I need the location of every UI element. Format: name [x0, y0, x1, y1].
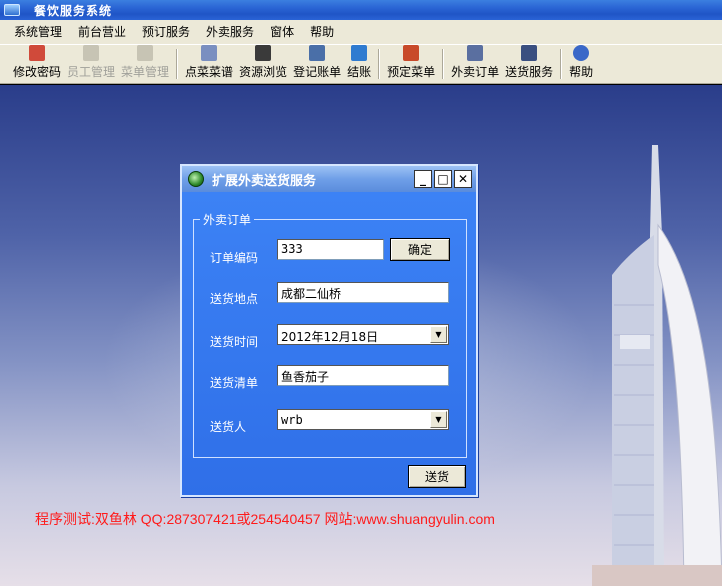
menu-book-icon: [137, 45, 154, 61]
chevron-down-icon[interactable]: ▼: [430, 326, 447, 343]
time-date-picker[interactable]: 2012年12月18日 ▼: [277, 324, 449, 345]
menu-takeout[interactable]: 外卖服务: [198, 20, 262, 44]
toolbar-label: 资源浏览: [239, 65, 288, 79]
toolbar-change-password-button[interactable]: 修改密码: [10, 45, 64, 83]
delivery-icon: [521, 45, 538, 61]
toolbar-separator: [176, 49, 179, 79]
time-value: 2012年12月18日: [281, 330, 379, 344]
toolbar-label: 外卖订单: [451, 65, 500, 79]
address-input[interactable]: 成都二仙桥: [277, 282, 449, 303]
items-input[interactable]: 鱼香茄子: [277, 365, 449, 386]
takeout-order-icon: [467, 45, 484, 61]
order-code-input[interactable]: 333: [277, 239, 384, 260]
toolbar-label: 送货服务: [505, 65, 554, 79]
courier-label: 送货人: [210, 420, 247, 434]
group-label: 外卖订单: [203, 213, 252, 227]
address-label: 送货地点: [210, 292, 259, 306]
courier-value: wrb: [281, 413, 303, 427]
toolbar-recipe-button[interactable]: 点菜菜谱: [182, 45, 236, 83]
dialog-app-icon: [188, 171, 204, 187]
minimize-icon[interactable]: _: [414, 170, 432, 188]
toolbar-employee-button[interactable]: 员工管理: [64, 45, 118, 83]
key-user-icon: [29, 45, 45, 61]
app-icon: [4, 4, 20, 16]
employee-icon: [83, 45, 100, 61]
recipe-icon: [201, 45, 218, 61]
menu-window[interactable]: 窗体: [262, 20, 302, 44]
person-browse-icon: [255, 45, 272, 61]
menu-help[interactable]: 帮助: [302, 20, 342, 44]
courier-select[interactable]: wrb ▼: [277, 409, 449, 430]
bill-register-icon: [309, 45, 326, 61]
toolbar-label: 员工管理: [67, 65, 116, 79]
toolbar-separator: [378, 49, 381, 79]
toolbar-delivery-button[interactable]: 送货服务: [502, 45, 556, 83]
confirm-button[interactable]: 确定: [390, 238, 450, 261]
menu-reservation[interactable]: 预订服务: [134, 20, 198, 44]
tower-illustration: [592, 145, 722, 586]
toolbar-browse-button[interactable]: 资源浏览: [236, 45, 290, 83]
toolbar-help-button[interactable]: 帮助: [566, 45, 596, 83]
watermark-text: 程序测试:双鱼林 QQ:287307421或254540457 网站:www.s…: [35, 511, 495, 527]
dialog-title: 扩展外卖送货服务: [212, 173, 317, 189]
toolbar-separator: [560, 49, 563, 79]
chevron-down-icon[interactable]: ▼: [430, 411, 447, 428]
maximize-icon[interactable]: □: [434, 170, 452, 188]
toolbar: 修改密码 员工管理 菜单管理 点菜菜谱 资源浏览 登记账单 结账 预定菜单 外卖…: [0, 44, 722, 84]
toolbar-label: 预定菜单: [387, 65, 436, 79]
toolbar-register-bill-button[interactable]: 登记账单: [290, 45, 344, 83]
time-label: 送货时间: [210, 335, 259, 349]
order-code-label: 订单编码: [210, 251, 259, 265]
toolbar-label: 登记账单: [293, 65, 342, 79]
toolbar-separator: [442, 49, 445, 79]
menu-system[interactable]: 系统管理: [6, 20, 70, 44]
dialog-body: 外卖订单 订单编码 333 确定 送货地点 成都二仙桥 送货时间 2012年12…: [182, 192, 476, 495]
send-button[interactable]: 送货: [408, 465, 466, 488]
toolbar-label: 结账: [347, 65, 372, 79]
window-titlebar: 餐饮服务系统: [0, 0, 722, 20]
window-title: 餐饮服务系统: [34, 3, 113, 18]
toolbar-reserve-menu-button[interactable]: 预定菜单: [384, 45, 438, 83]
toolbar-label: 修改密码: [13, 65, 62, 79]
dialog-window-controls: _ □ ✕: [414, 170, 472, 188]
toolbar-label: 帮助: [569, 65, 594, 79]
close-icon[interactable]: ✕: [454, 170, 472, 188]
toolbar-label: 点菜菜谱: [185, 65, 234, 79]
menu-bar: 系统管理 前台营业 预订服务 外卖服务 窗体 帮助: [0, 20, 722, 44]
reserve-menu-icon: [403, 45, 420, 61]
items-label: 送货清单: [210, 376, 259, 390]
dialog-titlebar: 扩展外卖送货服务 _ □ ✕: [182, 166, 476, 192]
toolbar-takeout-order-button[interactable]: 外卖订单: [448, 45, 502, 83]
toolbar-label: 菜单管理: [121, 65, 170, 79]
checkout-icon: [351, 45, 368, 61]
help-icon: [573, 45, 590, 61]
toolbar-checkout-button[interactable]: 结账: [344, 45, 374, 83]
toolbar-menu-manage-button[interactable]: 菜单管理: [118, 45, 172, 83]
delivery-dialog: 扩展外卖送货服务 _ □ ✕ 外卖订单 订单编码 333 确定 送货地点 成都二…: [180, 164, 478, 497]
menu-front-desk[interactable]: 前台营业: [70, 20, 134, 44]
